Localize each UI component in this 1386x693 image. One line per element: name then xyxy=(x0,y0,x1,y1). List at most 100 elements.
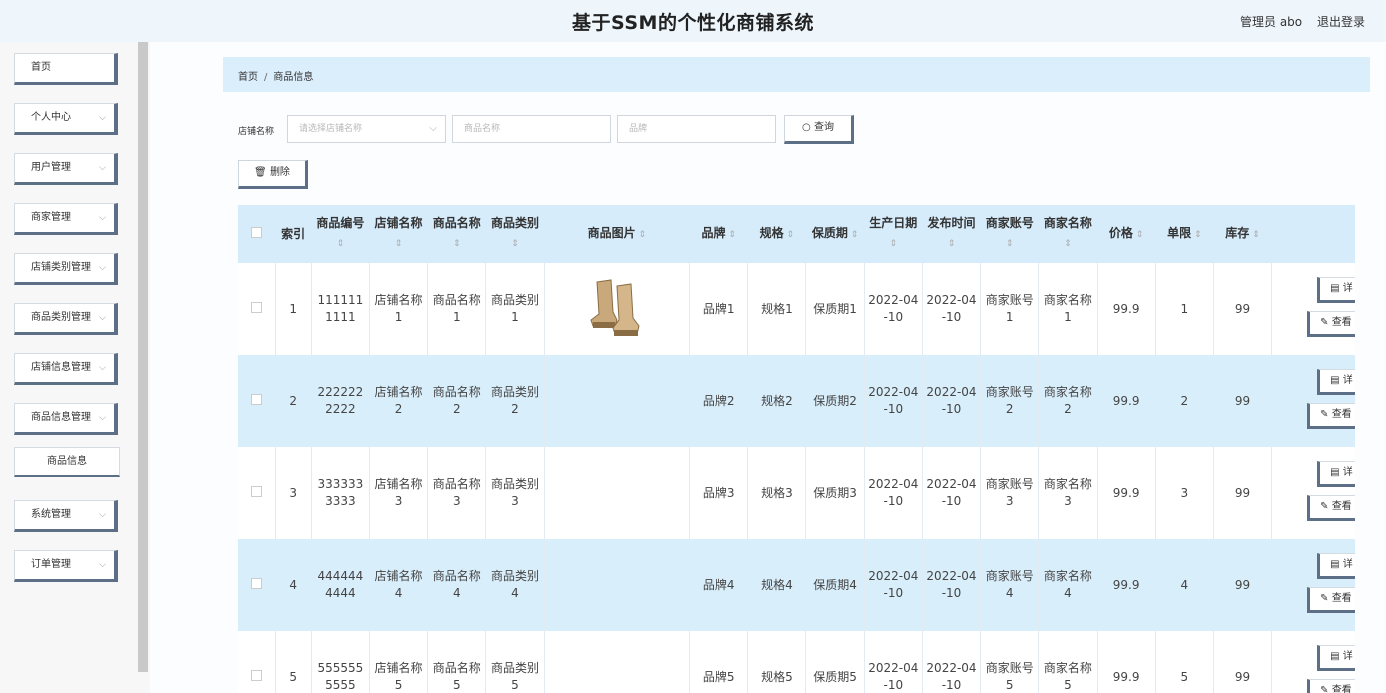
detail-button[interactable]: ▤ 详 xyxy=(1317,277,1355,303)
detail-button[interactable]: ▤ 详 xyxy=(1317,461,1355,487)
sidebar-item[interactable]: 系统管理 ⌵ xyxy=(14,500,118,532)
column-header[interactable]: 规格 ⇕ xyxy=(748,205,806,263)
cell-prod_date: 2022-04-10 xyxy=(864,355,923,447)
row-select-cell xyxy=(238,447,276,539)
table-row[interactable]: 3 3333333333 店铺名称3 商品名称3 商品类别3 品牌3 规格3 保质期3 2022… xyxy=(238,447,1355,539)
column-header[interactable]: 商品图片 ⇕ xyxy=(544,205,690,263)
sort-icon[interactable]: ⇕ xyxy=(636,230,646,240)
table-row[interactable]: 4 4444444444 店铺名称4 商品名称4 商品类别4 品牌4 规格4 保质期4 2022… xyxy=(238,539,1355,631)
detail-button[interactable]: ▤ 详 xyxy=(1317,369,1355,395)
sidebar-item-label: 首页 xyxy=(31,62,51,73)
view-button[interactable]: ✎ 查看 xyxy=(1307,311,1355,337)
row-checkbox[interactable] xyxy=(250,577,262,589)
cell-brand: 品牌4 xyxy=(689,539,749,631)
row-actions: ▤ 详 ✎ 查看 xyxy=(1274,631,1355,693)
column-header-label: 库存 xyxy=(1225,225,1250,240)
view-button[interactable]: ✎ 查看 xyxy=(1307,587,1355,613)
column-header-label: 发布时间 xyxy=(927,216,976,230)
column-header[interactable]: 品牌 ⇕ xyxy=(690,205,748,263)
row-checkbox[interactable] xyxy=(250,669,262,681)
delete-button-label: 删除 xyxy=(269,167,290,178)
view-button[interactable]: ✎ 查看 xyxy=(1307,403,1355,429)
table-row[interactable]: 5 5555555555 店铺名称5 商品名称5 商品类别5 品牌5 规格5 保质期5 2022… xyxy=(238,631,1355,693)
view-button-label: 查看 xyxy=(1331,685,1352,693)
sidebar-item-label: 订单管理 xyxy=(31,559,71,570)
detail-button[interactable]: ▤ 详 xyxy=(1317,553,1355,579)
cell-price: 99.9 xyxy=(1097,539,1156,631)
sort-icon[interactable]: ⇕ xyxy=(948,239,956,249)
sidebar-scrollbar[interactable] xyxy=(138,42,148,672)
select-all-checkbox[interactable] xyxy=(251,226,263,238)
column-header[interactable]: 商品名称 ⇕ xyxy=(428,205,486,263)
current-user: 管理员 abo xyxy=(1240,15,1303,29)
sort-icon[interactable]: ⇕ xyxy=(890,239,898,249)
table-row[interactable]: 2 2222222222 店铺名称2 商品名称2 商品类别2 品牌2 规格2 保质期2 2022… xyxy=(238,355,1355,447)
column-header[interactable]: 商家名称 ⇕ xyxy=(1039,205,1097,263)
sort-icon[interactable]: ⇕ xyxy=(1006,239,1014,249)
sidebar-item[interactable]: 个人中心 ⌵ xyxy=(14,103,118,135)
sort-icon[interactable]: ⇕ xyxy=(1133,230,1144,240)
column-header[interactable]: 价格 ⇕ xyxy=(1097,205,1155,263)
cell-prod_date: 2022-04-10 xyxy=(864,631,923,693)
delete-button[interactable]: 🗑 删除 xyxy=(238,160,308,189)
column-header-label: 商家账号 xyxy=(985,216,1034,230)
view-button[interactable]: ✎ 查看 xyxy=(1307,679,1355,693)
column-header[interactable]: 生产日期 ⇕ xyxy=(864,205,922,263)
column-header[interactable]: 发布时间 ⇕ xyxy=(922,205,980,263)
cell-merchant: 商家名称1 xyxy=(1038,263,1098,355)
column-header[interactable]: 商品编号 ⇕ xyxy=(311,205,369,263)
cell-shop: 店铺名称1 xyxy=(369,263,429,355)
table-row[interactable]: 1 1111111111 店铺名称1 商品名称1 商品类别1 品牌1 规格1 保质期1 2022… xyxy=(238,263,1355,355)
sidebar-item[interactable]: 商品信息 xyxy=(14,447,120,477)
sidebar-item[interactable]: 商家管理 ⌵ xyxy=(14,203,118,235)
chevron-down-icon: ⌵ xyxy=(99,163,106,173)
cell-pub_date: 2022-04-10 xyxy=(922,263,982,355)
edit-icon: ✎ xyxy=(1320,501,1329,512)
sort-icon[interactable]: ⇕ xyxy=(1064,239,1072,249)
detail-button-label: 详 xyxy=(1342,559,1353,570)
logout-link[interactable]: 退出登录 xyxy=(1317,13,1365,30)
sidebar-item[interactable]: 商品信息管理 ⌵ xyxy=(14,403,118,435)
cell-acct: 商家账号5 xyxy=(980,631,1040,693)
cell-acct: 商家账号4 xyxy=(980,539,1040,631)
query-button[interactable]: ○ 查询 xyxy=(784,115,854,144)
column-header-label: 店铺名称 xyxy=(374,216,423,230)
product-name-input[interactable]: 商品名称 xyxy=(452,115,611,143)
column-header[interactable]: 店铺名称 ⇕ xyxy=(369,205,427,263)
sort-icon[interactable]: ⇕ xyxy=(784,230,795,240)
cell-stock: 99 xyxy=(1213,539,1273,631)
sidebar-item[interactable]: 店铺类别管理 ⌵ xyxy=(14,253,118,285)
column-header[interactable]: 商品类别 ⇕ xyxy=(486,205,544,263)
sort-icon[interactable]: ⇕ xyxy=(511,239,519,249)
shop-select[interactable]: 请选择店铺名称 ⌵ xyxy=(287,115,446,143)
brand-input[interactable]: 品牌 xyxy=(617,115,776,143)
detail-button[interactable]: ▤ 详 xyxy=(1317,645,1355,671)
sort-icon[interactable]: ⇕ xyxy=(725,230,736,240)
column-header[interactable]: 商家账号 ⇕ xyxy=(981,205,1039,263)
breadcrumb-home[interactable]: 首页 xyxy=(238,72,258,83)
sort-icon[interactable]: ⇕ xyxy=(848,230,859,240)
cell-prod_date: 2022-04-10 xyxy=(864,263,923,355)
sort-icon[interactable]: ⇕ xyxy=(1191,230,1202,240)
column-header[interactable]: 保质期 ⇕ xyxy=(806,205,864,263)
cell-limit: 1 xyxy=(1155,263,1214,355)
sort-icon[interactable]: ⇕ xyxy=(453,239,461,249)
row-checkbox[interactable] xyxy=(250,393,262,405)
sidebar-item[interactable]: 订单管理 ⌵ xyxy=(14,550,118,582)
column-header[interactable]: 单限 ⇕ xyxy=(1155,205,1213,263)
column-header[interactable]: 库存 ⇕ xyxy=(1213,205,1271,263)
sidebar-item[interactable]: 商品类别管理 ⌵ xyxy=(14,303,118,335)
sort-icon[interactable]: ⇕ xyxy=(395,239,403,249)
sort-icon[interactable]: ⇕ xyxy=(1249,230,1260,240)
sidebar-item[interactable]: 首页 xyxy=(14,53,118,85)
sidebar-item[interactable]: 店铺信息管理 ⌵ xyxy=(14,353,118,385)
chevron-down-icon: ⌵ xyxy=(99,213,106,223)
sort-icon[interactable]: ⇕ xyxy=(337,239,345,249)
cell-shelf: 保质期3 xyxy=(805,447,865,539)
view-button[interactable]: ✎ 查看 xyxy=(1307,495,1355,521)
column-header-label: 商品图片 xyxy=(587,225,636,240)
sidebar-item[interactable]: 用户管理 ⌵ xyxy=(14,153,118,185)
cell-name: 商品名称1 xyxy=(427,263,487,355)
row-checkbox[interactable] xyxy=(250,301,262,313)
row-checkbox[interactable] xyxy=(250,485,262,497)
